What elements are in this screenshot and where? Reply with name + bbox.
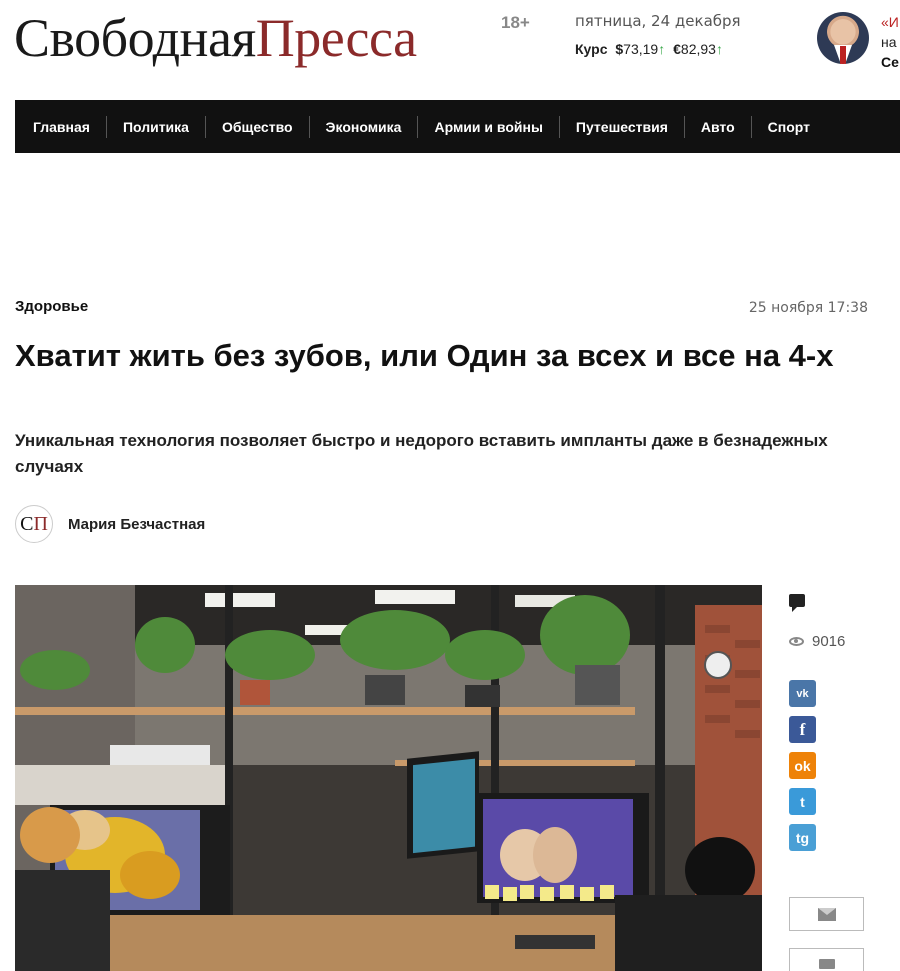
office-scene-image bbox=[15, 585, 762, 971]
views-count: 9016 bbox=[812, 633, 846, 650]
article-date: 25 ноября 17:38 bbox=[748, 300, 868, 316]
main-nav: Главная Политика Общество Экономика Арми… bbox=[15, 100, 900, 153]
nav-item-travel[interactable]: Путешествия bbox=[560, 115, 685, 138]
article-author[interactable]: СП Мария Безчастная bbox=[15, 505, 205, 543]
printer-icon bbox=[818, 959, 835, 969]
currency-rates: Курс $73,19↑ €82,93↑ bbox=[575, 41, 723, 57]
eur-symbol: € bbox=[673, 41, 681, 57]
logo-word-1: Свободная bbox=[14, 8, 256, 68]
current-date: пятница, 24 декабря bbox=[575, 12, 741, 30]
nav-item-main[interactable]: Главная bbox=[17, 115, 107, 138]
logo-word-2: Пресса bbox=[255, 8, 417, 68]
rates-label: Курс bbox=[575, 41, 608, 57]
site-logo[interactable]: СвободнаяПресса bbox=[14, 6, 417, 70]
columnist-avatar[interactable] bbox=[817, 12, 869, 64]
article-title: Хватит жить без зубов, или Один за всех … bbox=[15, 338, 834, 373]
author-logo-icon: СП bbox=[15, 505, 53, 543]
nav-item-politics[interactable]: Политика bbox=[107, 115, 206, 138]
usd-value: 73,19 bbox=[623, 41, 659, 57]
eur-trend-icon: ↑ bbox=[715, 41, 723, 57]
odnoklassniki-share-icon[interactable]: ok bbox=[789, 752, 816, 779]
author-mark-p: П bbox=[33, 512, 48, 535]
email-share-button[interactable] bbox=[789, 897, 864, 931]
age-rating: 18+ bbox=[501, 13, 530, 32]
twitter-share-icon[interactable]: t bbox=[789, 788, 816, 815]
eur-value: 82,93 bbox=[680, 41, 716, 57]
views-counter: 9016 bbox=[789, 633, 845, 650]
article-photo bbox=[15, 585, 762, 971]
nav-item-economy[interactable]: Экономика bbox=[310, 115, 419, 138]
usd-symbol: $ bbox=[615, 41, 624, 57]
nav-item-auto[interactable]: Авто bbox=[685, 115, 752, 138]
quote-line: на bbox=[881, 34, 897, 50]
author-mark-c: С bbox=[20, 512, 34, 535]
comment-icon[interactable] bbox=[789, 594, 805, 612]
author-name[interactable]: Мария Безчастная bbox=[68, 516, 205, 533]
avatar-tie bbox=[840, 46, 846, 64]
print-button[interactable] bbox=[789, 948, 864, 971]
envelope-icon bbox=[817, 907, 836, 921]
quote-start: «И bbox=[881, 14, 899, 30]
article-lead: Уникальная технология позволяет быстро и… bbox=[15, 431, 828, 476]
nav-item-society[interactable]: Общество bbox=[206, 115, 310, 138]
featured-quote[interactable]: «И на Се bbox=[881, 12, 899, 72]
vk-share-icon[interactable]: vk bbox=[789, 680, 816, 707]
facebook-share-icon[interactable]: f bbox=[789, 716, 816, 743]
quote-author: Се bbox=[881, 54, 899, 70]
eye-icon bbox=[789, 637, 804, 646]
telegram-share-icon[interactable]: tg bbox=[789, 824, 816, 851]
usd-trend-icon: ↑ bbox=[658, 41, 666, 57]
article-rubric[interactable]: Здоровье bbox=[15, 298, 88, 315]
nav-item-armies[interactable]: Армии и войны bbox=[418, 115, 560, 138]
nav-item-sport[interactable]: Спорт bbox=[752, 116, 826, 138]
